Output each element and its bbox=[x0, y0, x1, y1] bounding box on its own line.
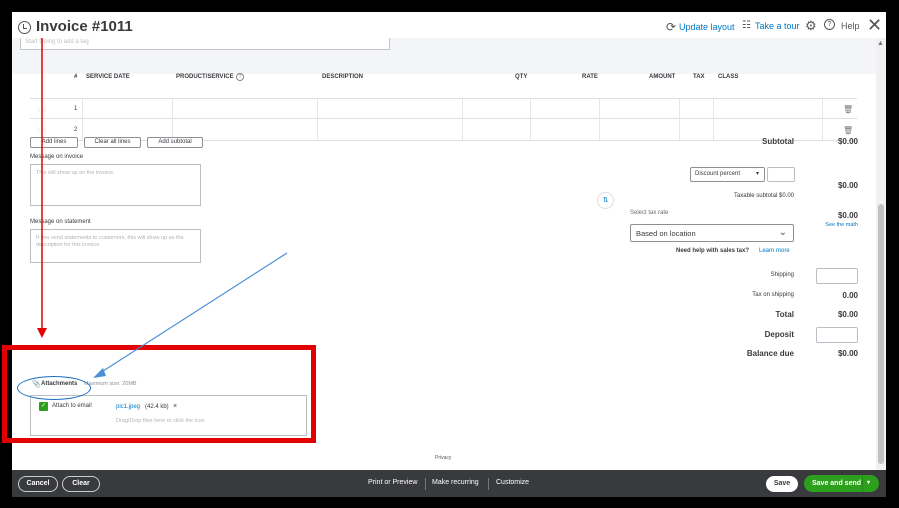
swap-icon[interactable]: ⇅ bbox=[597, 192, 614, 209]
drag-handle-icon[interactable]: ⋮⋮ bbox=[36, 127, 48, 134]
rate-cell[interactable] bbox=[530, 99, 599, 120]
service-date-cell[interactable] bbox=[82, 99, 172, 120]
chevron-down-icon: ⌄ bbox=[778, 227, 787, 238]
learn-more-link[interactable]: Learn more bbox=[759, 248, 790, 254]
select-tax-rate-label: Select tax rate bbox=[630, 210, 669, 216]
tag-bar: Start typing to add a tag bbox=[12, 38, 876, 74]
save-button[interactable]: Save bbox=[766, 476, 798, 492]
cancel-button[interactable]: Cancel bbox=[18, 476, 58, 492]
refresh-icon[interactable]: ⟳ bbox=[666, 20, 676, 34]
caret-down-icon[interactable]: ▾ bbox=[867, 475, 870, 492]
qty-cell[interactable] bbox=[462, 99, 530, 120]
deposit-label: Deposit bbox=[764, 330, 794, 339]
tour-icon[interactable]: ☷ bbox=[742, 20, 751, 31]
qty-cell[interactable] bbox=[462, 120, 530, 141]
col-class: CLASS bbox=[718, 74, 739, 80]
col-product-service: PRODUCT/SERVICE bbox=[176, 74, 234, 80]
table-row[interactable]: ⋮⋮ 1 🗑 bbox=[30, 98, 857, 120]
balance-due-value: $0.00 bbox=[837, 349, 858, 358]
scrollbar-thumb[interactable] bbox=[878, 204, 884, 464]
balance-due-label: Balance due bbox=[746, 349, 794, 358]
col-description: DESCRIPTION bbox=[322, 74, 364, 80]
see-math-link[interactable]: See the math bbox=[808, 222, 858, 228]
scroll-up-icon[interactable]: ▲ bbox=[877, 40, 884, 47]
make-recurring-link[interactable]: Make recurring bbox=[432, 479, 479, 486]
add-lines-button[interactable]: Add lines bbox=[30, 137, 78, 148]
drag-handle-icon[interactable]: ⋮⋮ bbox=[36, 106, 48, 113]
sales-tax-help: Need help with sales tax? bbox=[676, 248, 750, 254]
footer-divider bbox=[425, 478, 426, 490]
close-icon[interactable]: ✕ bbox=[867, 15, 882, 36]
help-link[interactable]: Help bbox=[841, 21, 860, 31]
tax-on-shipping-value: 0.00 bbox=[842, 291, 858, 300]
subtotal-value: $0.00 bbox=[837, 137, 858, 146]
description-cell[interactable] bbox=[317, 120, 462, 141]
footer-divider bbox=[488, 478, 489, 490]
amount-cell[interactable] bbox=[599, 120, 679, 141]
col-qty: QTY bbox=[515, 74, 528, 80]
rate-cell[interactable] bbox=[530, 120, 599, 141]
clear-all-lines-button[interactable]: Clear all lines bbox=[84, 137, 141, 148]
discount-value: $0.00 bbox=[837, 181, 858, 190]
col-tax: TAX bbox=[693, 74, 705, 80]
subtotal-label: Subtotal bbox=[762, 137, 794, 146]
update-layout-link[interactable]: Update layout bbox=[679, 22, 735, 32]
customize-link[interactable]: Customize bbox=[496, 479, 529, 486]
product-cell[interactable] bbox=[172, 99, 317, 120]
take-tour-link[interactable]: Take a tour bbox=[755, 21, 800, 31]
gear-icon[interactable]: ⚙ bbox=[805, 18, 817, 34]
taxable-subtotal: Taxable subtotal $0.00 bbox=[733, 193, 794, 199]
trash-icon[interactable]: 🗑 bbox=[843, 126, 853, 135]
annotation-blue-ellipse bbox=[17, 376, 91, 400]
tax-cell[interactable] bbox=[679, 120, 713, 141]
tax-cell[interactable] bbox=[679, 99, 713, 120]
class-cell[interactable] bbox=[713, 99, 823, 120]
tax-on-shipping-label: Tax on shipping bbox=[752, 292, 794, 298]
trash-icon[interactable]: 🗑 bbox=[843, 105, 853, 114]
history-icon[interactable] bbox=[18, 21, 31, 34]
print-preview-link[interactable]: Print or Preview bbox=[368, 479, 417, 486]
tax-rate-select[interactable]: Based on location ⌄ bbox=[630, 224, 794, 242]
discount-input[interactable] bbox=[767, 167, 795, 182]
message-statement-label: Message on statement bbox=[30, 219, 91, 225]
message-statement-textarea[interactable]: If you send statements to customers, thi… bbox=[30, 229, 201, 263]
total-value: $0.00 bbox=[837, 310, 858, 319]
col-num: # bbox=[74, 74, 78, 80]
scrollbar[interactable]: ▲ bbox=[876, 38, 886, 484]
amount-cell[interactable] bbox=[599, 99, 679, 120]
add-subtotal-button[interactable]: Add subtotal bbox=[147, 137, 203, 148]
message-invoice-label: Message on invoice bbox=[30, 154, 84, 160]
shipping-input[interactable] bbox=[816, 268, 858, 284]
caret-down-icon: ▾ bbox=[755, 171, 759, 177]
tax-value: $0.00 bbox=[837, 211, 858, 220]
col-amount: AMOUNT bbox=[649, 74, 676, 80]
message-invoice-textarea[interactable]: This will show up on the invoice. bbox=[30, 164, 201, 206]
tag-input[interactable]: Start typing to add a tag bbox=[20, 38, 390, 50]
shipping-label: Shipping bbox=[770, 272, 794, 278]
save-and-send-button[interactable]: Save and send ▾ bbox=[804, 475, 879, 492]
page-title: Invoice #1011 bbox=[36, 18, 133, 35]
privacy-link[interactable]: Privacy bbox=[435, 455, 451, 461]
col-rate: RATE bbox=[582, 74, 598, 80]
description-cell[interactable] bbox=[317, 99, 462, 120]
deposit-input[interactable] bbox=[816, 327, 858, 343]
discount-select[interactable]: Discount percent ▾ bbox=[690, 167, 765, 182]
clear-button[interactable]: Clear bbox=[62, 476, 100, 492]
total-label: Total bbox=[775, 310, 794, 319]
col-service-date: SERVICE DATE bbox=[86, 74, 130, 80]
help-icon[interactable]: ? bbox=[824, 19, 835, 30]
info-icon[interactable]: ? bbox=[236, 73, 244, 81]
footer-bar: Cancel Clear Print or Preview Make recur… bbox=[12, 470, 886, 497]
